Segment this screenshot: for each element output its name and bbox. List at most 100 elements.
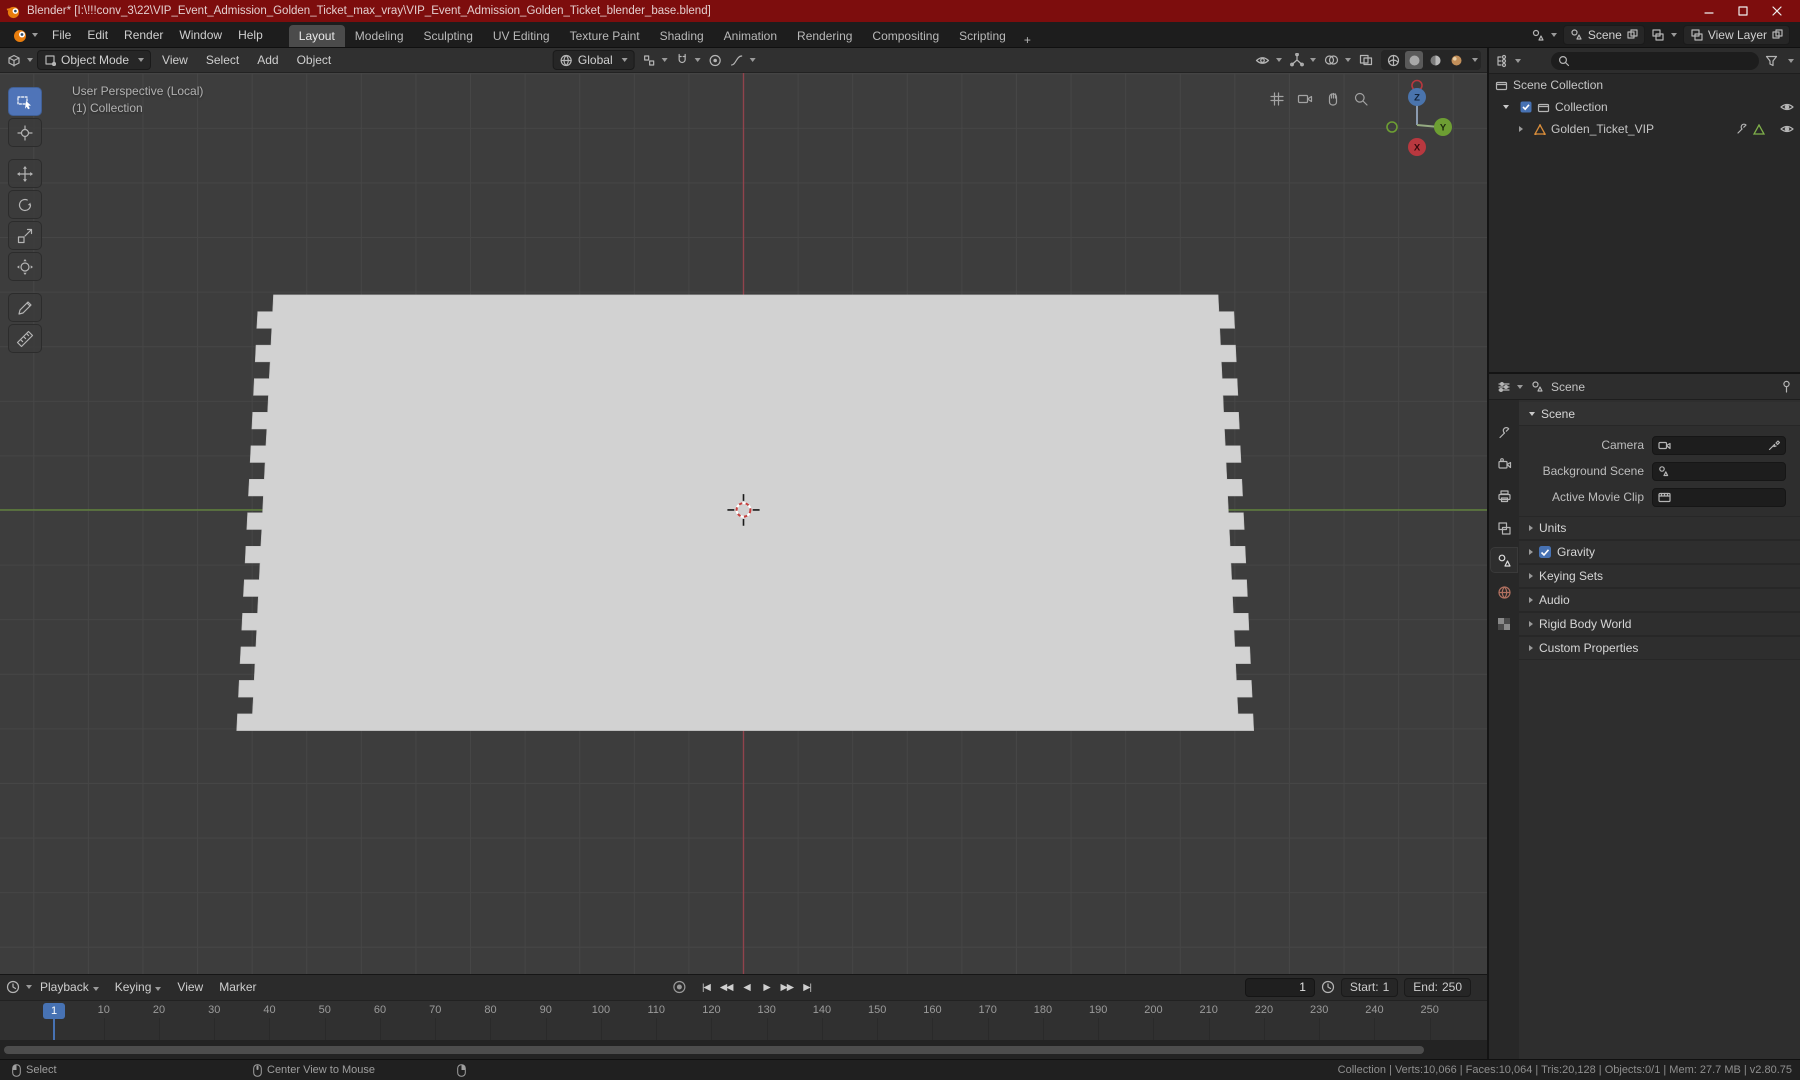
editor-type-button[interactable]	[6, 53, 33, 68]
tool-select-box[interactable]	[8, 87, 42, 116]
new-view-layer-icon[interactable]	[1772, 29, 1783, 40]
mode-selector[interactable]: Object Mode	[37, 50, 152, 70]
frame-start-field[interactable]: Start: 1	[1340, 977, 1399, 997]
jump-to-end-button[interactable]: ▶|	[799, 982, 815, 993]
viewport-3d[interactable]: User Perspective (Local) (1) Collection	[0, 73, 1487, 974]
tab-shading[interactable]: Shading	[650, 25, 714, 47]
keying-sets-panel-header[interactable]: Keying Sets	[1519, 564, 1800, 588]
gravity-panel-header[interactable]: Gravity	[1519, 540, 1800, 564]
tab-rendering[interactable]: Rendering	[787, 25, 862, 47]
minimize-button[interactable]	[1692, 0, 1726, 22]
outliner-row-scene-collection[interactable]: Scene Collection	[1489, 74, 1800, 96]
close-button[interactable]	[1760, 0, 1794, 22]
tab-scripting[interactable]: Scripting	[949, 25, 1016, 47]
pan-hand-icon[interactable]	[1325, 91, 1341, 107]
collapse-arrow-icon[interactable]	[1519, 126, 1523, 132]
pin-icon[interactable]	[1781, 380, 1792, 393]
tab-scene-properties[interactable]	[1490, 547, 1518, 573]
scene-selector[interactable]: Scene	[1562, 24, 1645, 45]
tab-sculpting[interactable]: Sculpting	[414, 25, 483, 47]
eyedropper-icon[interactable]	[1768, 439, 1780, 451]
scene-browse-button[interactable]	[1531, 28, 1557, 42]
outliner-row-golden-ticket[interactable]: Golden_Ticket_VIP	[1489, 118, 1800, 140]
jump-to-start-button[interactable]: |◀	[698, 982, 714, 993]
menu-view[interactable]: View	[155, 53, 195, 67]
tab-tool-properties[interactable]	[1491, 420, 1517, 444]
scene-panel-header[interactable]: Scene	[1519, 402, 1800, 426]
menu-help[interactable]: Help	[230, 22, 271, 47]
snap-target-button[interactable]	[643, 54, 668, 67]
playhead-line[interactable]	[53, 1018, 55, 1041]
menu-playback[interactable]: Playback	[32, 980, 107, 994]
outliner-row-collection[interactable]: Collection	[1489, 96, 1800, 118]
maximize-button[interactable]	[1726, 0, 1760, 22]
filter-funnel-icon[interactable]	[1765, 55, 1778, 67]
menu-window[interactable]: Window	[171, 22, 230, 47]
tool-annotate[interactable]	[8, 293, 42, 322]
tab-modeling[interactable]: Modeling	[345, 25, 414, 47]
zoom-magnifier-icon[interactable]	[1353, 91, 1369, 107]
expand-arrow-icon[interactable]	[1503, 105, 1509, 109]
grid-toggle-icon[interactable]	[1269, 91, 1285, 107]
tab-render-properties[interactable]	[1491, 452, 1517, 476]
properties-editor-type-button[interactable]	[1497, 380, 1523, 394]
playhead-badge[interactable]: 1	[43, 1002, 65, 1019]
visibility-dropdown[interactable]	[1255, 55, 1282, 66]
shading-wireframe-button[interactable]	[1384, 51, 1402, 69]
menu-file[interactable]: File	[44, 22, 79, 47]
checkbox-checked-icon[interactable]	[1520, 101, 1532, 113]
xray-toggle[interactable]	[1359, 54, 1373, 66]
axis-neg-y-ball[interactable]	[1386, 121, 1398, 133]
golden-ticket-mesh[interactable]	[236, 294, 1255, 731]
eye-icon[interactable]	[1780, 102, 1794, 112]
navigation-gizmo[interactable]: Z Y X	[1381, 79, 1453, 159]
tool-move[interactable]	[8, 159, 42, 188]
play-button[interactable]: ▶	[759, 982, 775, 993]
eye-icon[interactable]	[1780, 124, 1794, 134]
audio-panel-header[interactable]: Audio	[1519, 588, 1800, 612]
timeline-editor-type-button[interactable]	[6, 980, 32, 994]
tab-texture-properties[interactable]	[1491, 612, 1517, 636]
tab-compositing[interactable]: Compositing	[862, 25, 949, 47]
overlays-toggle[interactable]	[1324, 54, 1351, 66]
tool-transform[interactable]	[8, 252, 42, 281]
tab-layout[interactable]: Layout	[288, 25, 345, 47]
rigid-body-world-panel-header[interactable]: Rigid Body World	[1519, 612, 1800, 636]
menu-keying[interactable]: Keying	[107, 980, 170, 994]
menu-add[interactable]: Add	[250, 53, 285, 67]
view-layer-browse-button[interactable]	[1651, 28, 1677, 42]
timeline-ruler[interactable]: 1 10 20 30 40 50 60 70 80 90 100 110 120 130 140 150 16…	[0, 1000, 1487, 1041]
tab-view-layer-properties[interactable]	[1491, 516, 1517, 540]
outliner-editor-type-button[interactable]	[1495, 54, 1521, 68]
menu-render[interactable]: Render	[116, 22, 171, 47]
auto-keying-record-icon[interactable]	[672, 980, 686, 994]
tab-animation[interactable]: Animation	[714, 25, 787, 47]
custom-properties-panel-header[interactable]: Custom Properties	[1519, 636, 1800, 660]
menu-select[interactable]: Select	[199, 53, 246, 67]
proportional-falloff-button[interactable]	[730, 54, 756, 67]
play-reverse-button[interactable]: ◀	[739, 982, 755, 993]
use-preview-range-clock-icon[interactable]	[1321, 980, 1335, 994]
menu-object[interactable]: Object	[290, 53, 339, 67]
tab-uv-editing[interactable]: UV Editing	[483, 25, 560, 47]
tab-texture-paint[interactable]: Texture Paint	[560, 25, 650, 47]
transform-orientation-selector[interactable]: Global	[552, 50, 635, 70]
shading-rendered-button[interactable]	[1447, 51, 1465, 69]
snap-toggle[interactable]	[676, 53, 701, 67]
shading-solid-button[interactable]	[1405, 51, 1423, 69]
proportional-editing-toggle[interactable]	[709, 54, 722, 67]
tab-output-properties[interactable]	[1491, 484, 1517, 508]
menu-edit[interactable]: Edit	[79, 22, 116, 47]
add-workspace-button[interactable]: +	[1016, 33, 1039, 47]
prev-keyframe-button[interactable]: ◀◀	[718, 982, 735, 993]
next-keyframe-button[interactable]: ▶▶	[779, 982, 796, 993]
active-movie-clip-field[interactable]	[1652, 487, 1786, 507]
shading-material-button[interactable]	[1426, 51, 1444, 69]
timeline-horizontal-scrollbar[interactable]	[4, 1046, 1424, 1055]
frame-end-field[interactable]: End: 250	[1404, 977, 1471, 997]
menu-marker[interactable]: Marker	[211, 980, 264, 994]
outliner-search-input[interactable]	[1551, 51, 1759, 70]
camera-view-icon[interactable]	[1297, 91, 1313, 107]
background-scene-field[interactable]	[1652, 461, 1786, 481]
current-frame-field[interactable]: 1	[1244, 977, 1315, 997]
